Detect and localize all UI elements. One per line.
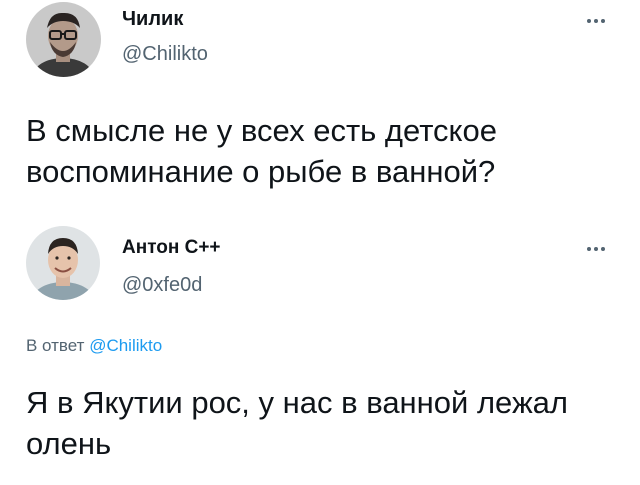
tweet-reply: Антон С++ @0xfe0d В ответ @Chilikto Я в … <box>0 220 640 485</box>
display-name[interactable]: Антон С++ <box>122 237 221 259</box>
reply-context: В ответ @Chilikto <box>26 336 162 356</box>
user-handle[interactable]: @Chilikto <box>122 43 208 66</box>
avatar-photo-icon <box>26 226 100 300</box>
user-handle[interactable]: @0xfe0d <box>122 274 202 297</box>
more-horizontal-icon[interactable] <box>581 14 611 28</box>
reply-prefix: В ответ <box>26 336 85 355</box>
display-name[interactable]: Чилик <box>122 8 183 31</box>
more-horizontal-icon[interactable] <box>581 242 611 256</box>
tweet-text: В смысле не у всех есть детское воспомин… <box>26 113 497 189</box>
avatar-chilik[interactable] <box>26 2 101 77</box>
reply-handle-link[interactable]: @Chilikto <box>89 336 162 355</box>
avatar-anton[interactable] <box>26 226 100 300</box>
avatar-photo-icon <box>26 2 101 77</box>
tweet-text: Я в Якутии рос, у нас в ванной лежал оле… <box>26 385 569 461</box>
tweet-original: Чилик @Chilikto В смысле не у всех есть … <box>0 0 640 205</box>
